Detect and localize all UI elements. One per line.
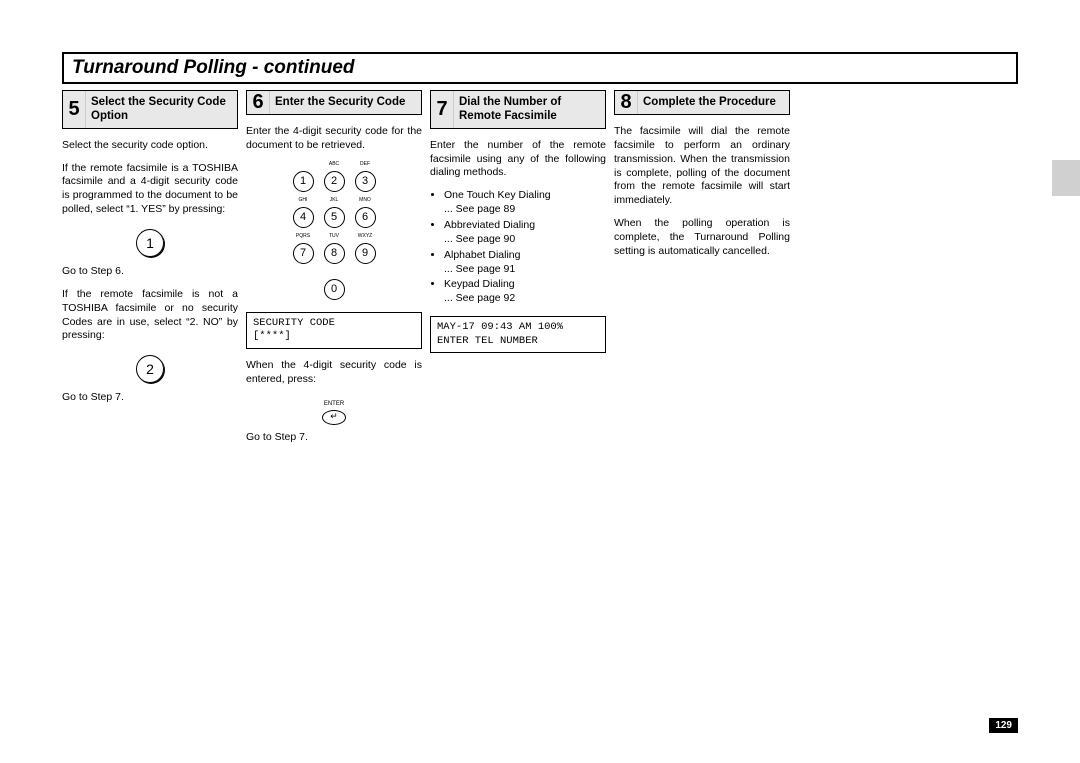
goto-text: Go to Step 7.	[62, 391, 238, 405]
step-title: Complete the Procedure	[638, 91, 789, 114]
keypad-icon: 1 ABC2 DEF3 GHI4 JKL5 MNO6 PQRS7 TUV8 WX…	[246, 162, 422, 302]
goto-text: Go to Step 6.	[62, 265, 238, 279]
step-header: 8 Complete the Procedure	[614, 90, 790, 115]
key-1-icon: 1	[136, 229, 164, 257]
step-title: Select the Security Code Option	[86, 91, 237, 128]
keypad-key: 1	[293, 171, 314, 192]
step-title: Enter the Security Code	[270, 91, 421, 114]
paragraph: When the polling operation is complete, …	[614, 217, 790, 259]
list-item: Abbreviated Dialing... See page 90	[444, 219, 606, 247]
content-columns: 5 Select the Security Code Option Select…	[62, 90, 1018, 453]
key-2-icon: 2	[136, 355, 164, 383]
paragraph: If the remote facsimile is a TOSHIBA fac…	[62, 162, 238, 217]
list-item: One Touch Key Dialing... See page 89	[444, 189, 606, 217]
step-number: 8	[615, 91, 638, 114]
keypad-key: 8	[324, 243, 345, 264]
keypad-key: 2	[324, 171, 345, 192]
lcd-display: MAY-17 09:43 AM 100% ENTER TEL NUMBER	[430, 316, 606, 353]
keypad-key: 5	[324, 207, 345, 228]
keypad-key: 4	[293, 207, 314, 228]
keypad-key: 0	[324, 279, 345, 300]
keypad-key: 7	[293, 243, 314, 264]
step-body: Enter the number of the remote facsimile…	[430, 139, 606, 354]
paragraph: Enter the 4-digit security code for the …	[246, 125, 422, 153]
step-body: The facsimile will dial the remote facsi…	[614, 125, 790, 259]
paragraph: The facsimile will dial the remote facsi…	[614, 125, 790, 208]
dialing-methods-list: One Touch Key Dialing... See page 89 Abb…	[430, 189, 606, 306]
keypad-key: 6	[355, 207, 376, 228]
side-tab	[1052, 160, 1080, 196]
step-header: 6 Enter the Security Code	[246, 90, 422, 115]
step-number: 5	[63, 91, 86, 128]
paragraph: Enter the number of the remote facsimile…	[430, 139, 606, 181]
step-header: 7 Dial the Number of Remote Facsimile	[430, 90, 606, 129]
step-5: 5 Select the Security Code Option Select…	[62, 90, 238, 453]
page-title: Turnaround Polling - continued	[62, 52, 1018, 84]
step-6: 6 Enter the Security Code Enter the 4-di…	[246, 90, 422, 453]
step-header: 5 Select the Security Code Option	[62, 90, 238, 129]
paragraph: When the 4-digit security code is entere…	[246, 359, 422, 387]
enter-key-icon: ENTER ↵	[322, 401, 346, 425]
step-8: 8 Complete the Procedure The facsimile w…	[614, 90, 790, 453]
lcd-display: SECURITY CODE [****]	[246, 312, 422, 349]
list-item: Keypad Dialing... See page 92	[444, 278, 606, 306]
keypad-key: 3	[355, 171, 376, 192]
step-number: 7	[431, 91, 454, 128]
page-number: 129	[989, 718, 1018, 733]
step-number: 6	[247, 91, 270, 114]
step-7: 7 Dial the Number of Remote Facsimile En…	[430, 90, 606, 453]
step-title: Dial the Number of Remote Facsimile	[454, 91, 605, 128]
step-body: Select the security code option. If the …	[62, 139, 238, 405]
list-item: Alphabet Dialing... See page 91	[444, 249, 606, 277]
manual-page: Turnaround Polling - continued 5 Select …	[0, 0, 1080, 453]
step-body: Enter the 4-digit security code for the …	[246, 125, 422, 444]
paragraph: If the remote facsimile is not a TOSHIBA…	[62, 288, 238, 343]
paragraph: Select the security code option.	[62, 139, 238, 153]
keypad-key: 9	[355, 243, 376, 264]
goto-text: Go to Step 7.	[246, 431, 422, 445]
